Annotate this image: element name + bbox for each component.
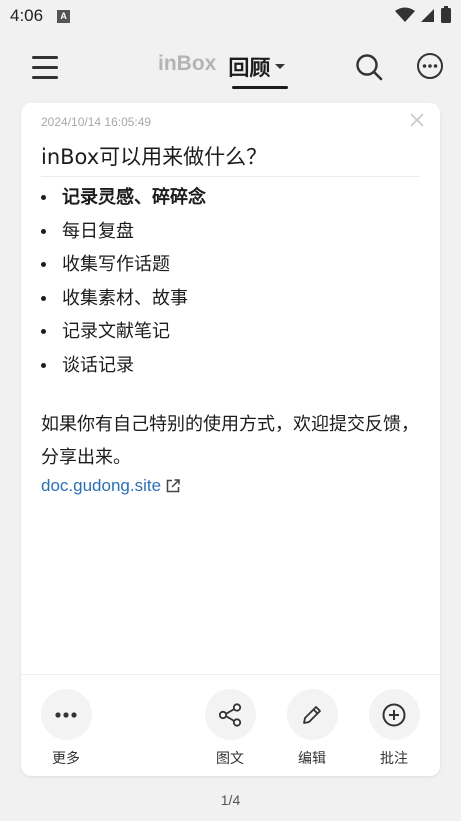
note-bullet-list: 记录灵感、碎碎念 每日复盘 收集写作话题 收集素材、故事 记录文献笔记 谈话记录 (41, 181, 206, 382)
app-notification-icon: A (57, 9, 71, 23)
note-card: 2024/10/14 16:05:49 inBox可以用来做什么？ 记录灵感、碎… (21, 103, 440, 776)
divider (41, 176, 420, 177)
bullet-icon (41, 262, 46, 268)
bullet-icon (41, 195, 46, 201)
share-image-button[interactable]: 图文 (204, 689, 256, 768)
list-item-text: 记录灵感、碎碎念 (62, 187, 206, 208)
doc-link-text: doc.gudong.site (41, 476, 162, 495)
bullet-icon (41, 329, 46, 335)
list-item-text: 记录文献笔记 (62, 321, 170, 342)
page-indicator: 1/4 (220, 792, 241, 808)
tab-review[interactable]: 回顾 (228, 52, 289, 89)
list-item: 记录灵感、碎碎念 (41, 181, 206, 215)
list-item: 每日复盘 (41, 215, 206, 249)
share-image-label: 图文 (216, 751, 244, 767)
active-tab-indicator (232, 86, 289, 89)
menu-button[interactable] (28, 52, 64, 84)
list-item-text: 收集素材、故事 (62, 287, 188, 309)
search-button[interactable] (354, 52, 384, 82)
status-bar: 4:06 A (0, 0, 461, 32)
bullet-icon (41, 362, 46, 368)
more-horizontal-icon (55, 711, 77, 718)
annotate-circle (368, 689, 420, 740)
list-item-text: 每日复盘 (62, 220, 134, 242)
edit-button[interactable]: 编辑 (286, 689, 338, 768)
tab-inbox[interactable]: inBox (158, 52, 216, 88)
list-item-text: 收集写作话题 (62, 254, 170, 275)
wifi-icon (395, 7, 415, 22)
external-link-icon (166, 479, 180, 493)
status-icons (395, 6, 451, 23)
battery-icon (441, 6, 451, 23)
more-action-label: 更多 (52, 751, 80, 767)
pencil-icon (303, 705, 321, 724)
list-item: 谈话记录 (41, 349, 206, 383)
share-image-circle (204, 689, 256, 740)
menu-icon-bar (32, 76, 58, 79)
annotate-label: 批注 (380, 751, 408, 767)
note-title: inBox可以用来做什么？ (41, 145, 268, 169)
list-item: 收集写作话题 (41, 248, 206, 282)
doc-link[interactable]: doc.gudong.site (41, 476, 181, 496)
tab-review-label: 回顾 (228, 56, 271, 80)
annotate-button[interactable]: 批注 (368, 689, 420, 768)
more-action-button[interactable]: 更多 (40, 689, 92, 768)
edit-label: 编辑 (298, 751, 326, 767)
menu-icon (32, 56, 58, 59)
list-item-text: 谈话记录 (62, 354, 134, 376)
signal-icon (421, 8, 434, 22)
more-options-button[interactable] (416, 52, 444, 80)
bullet-icon (41, 228, 46, 234)
note-timestamp: 2024/10/14 16:05:49 (41, 115, 152, 129)
note-paragraph: 如果你有自己特别的使用方式，欢迎提交反馈，分享出来。 (41, 414, 419, 468)
list-item: 收集素材、故事 (41, 282, 206, 316)
header-tabs: inBox 回顾 (158, 52, 289, 89)
dropdown-caret-icon (275, 64, 286, 69)
share-icon (218, 702, 242, 727)
bullet-icon (41, 295, 46, 301)
close-icon[interactable] (410, 113, 424, 127)
status-time: 4:06 (10, 6, 44, 25)
list-item: 记录文献笔记 (41, 315, 206, 349)
menu-icon-bar (32, 66, 58, 69)
card-action-bar: 更多 图文 编辑 批注 (21, 674, 440, 776)
app-bar: inBox 回顾 (0, 40, 461, 96)
more-action-circle (40, 689, 92, 740)
plus-circle-icon (382, 703, 406, 726)
edit-circle (286, 689, 338, 740)
